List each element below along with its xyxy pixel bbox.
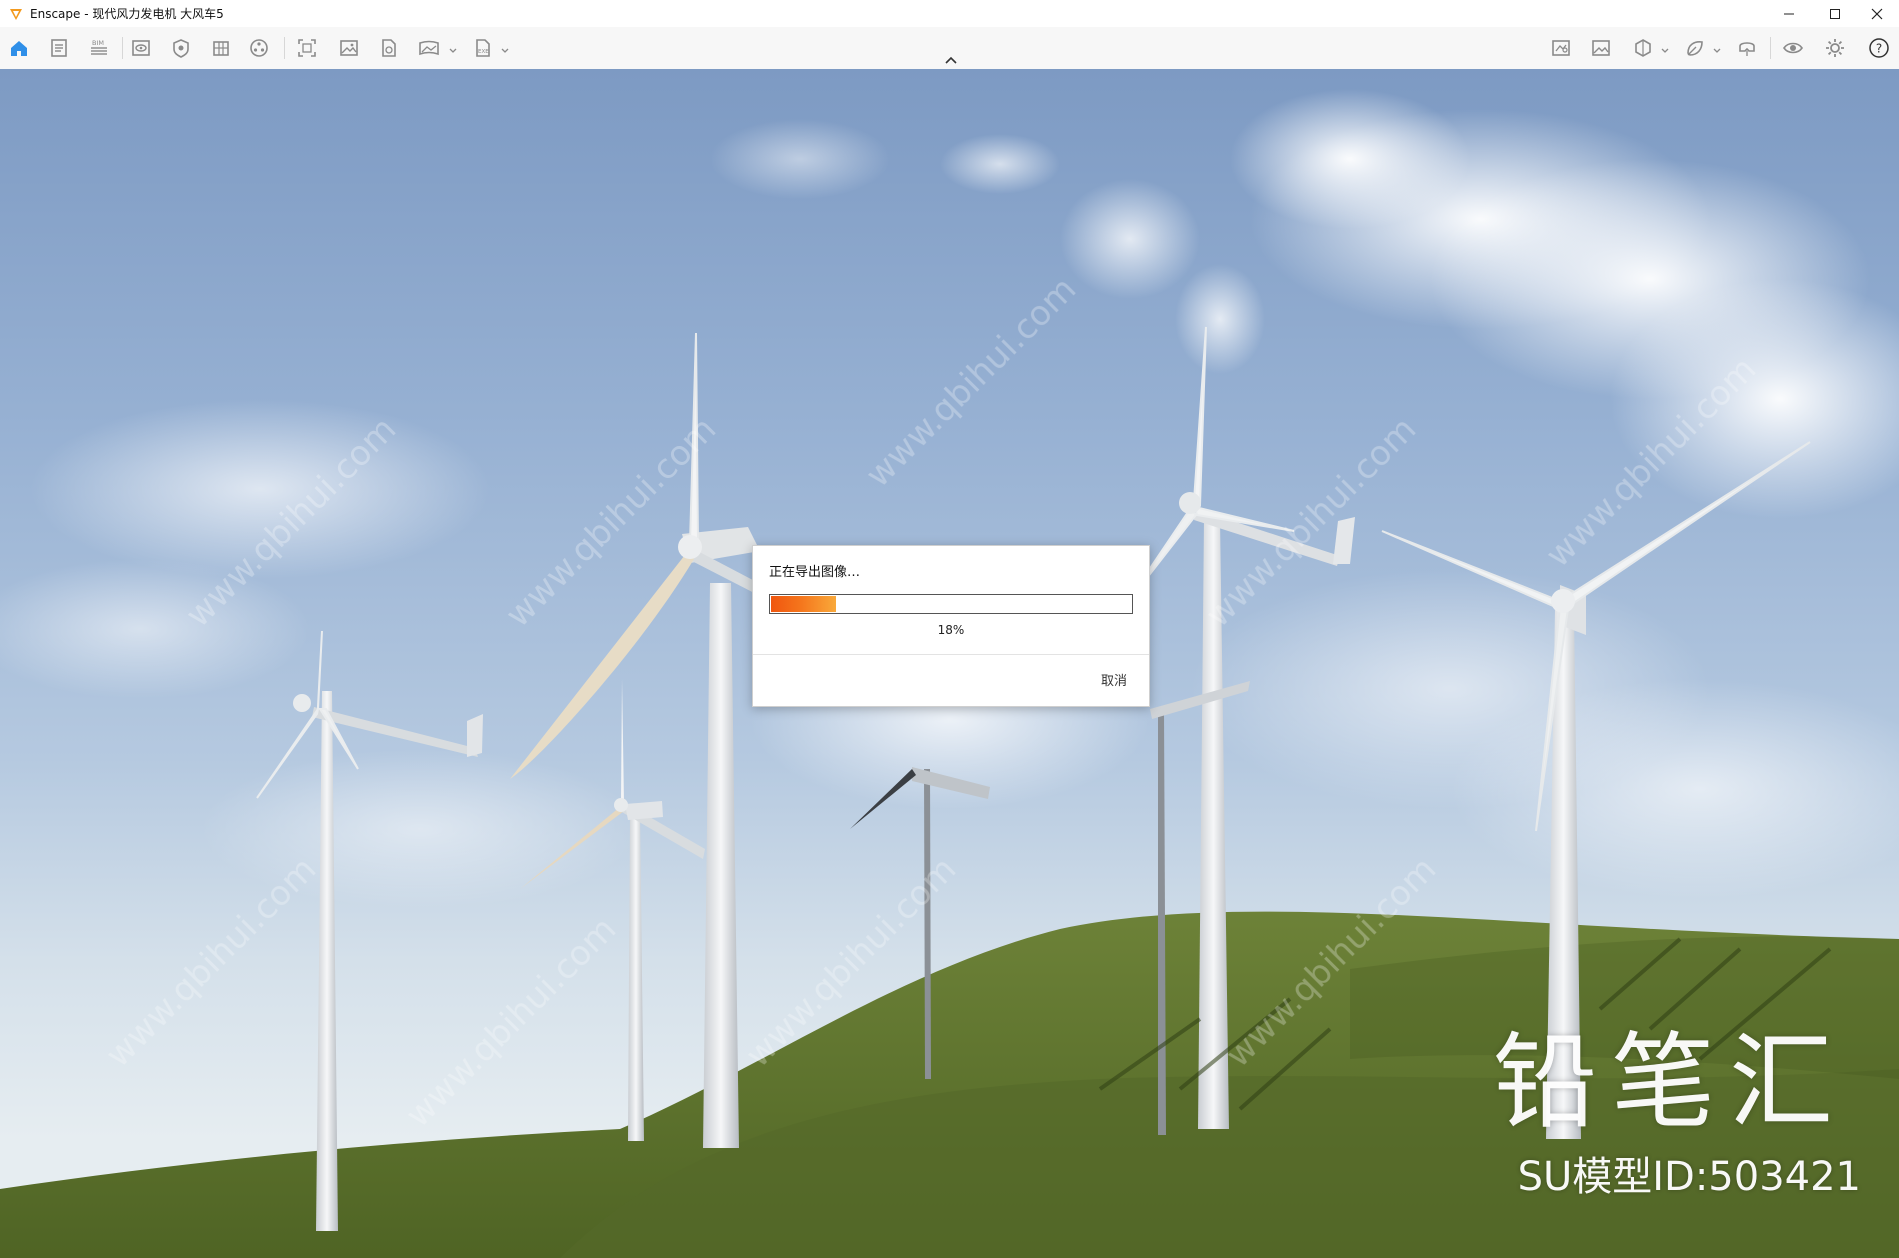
gallery-icon xyxy=(1592,40,1610,56)
close-button[interactable] xyxy=(1854,0,1899,27)
toolbar-separator xyxy=(284,37,285,59)
vr-headset-button[interactable] xyxy=(1734,35,1760,61)
cube-dropdown[interactable] xyxy=(1660,41,1670,53)
panorama-button[interactable] xyxy=(416,35,442,61)
collapse-toolbar-chevron-icon[interactable] xyxy=(942,55,960,67)
export-progress-dialog: 正在导出图像… 18% 取消 xyxy=(752,545,1150,707)
maximize-button[interactable] xyxy=(1812,0,1858,27)
chevron-down-icon xyxy=(1661,48,1669,53)
image-icon xyxy=(340,40,358,56)
title-bar: Enscape - 现代风力发电机 大风车5 xyxy=(0,0,1899,27)
screenshot-icon xyxy=(298,39,316,57)
screenshot-button[interactable] xyxy=(294,35,320,61)
cube-icon xyxy=(1635,39,1651,57)
chevron-down-icon xyxy=(501,48,509,53)
toolbar-separator xyxy=(1770,37,1771,59)
settings-button[interactable] xyxy=(1822,35,1848,61)
building-button[interactable] xyxy=(208,35,234,61)
toolbar-separator xyxy=(122,37,123,59)
svg-text:www.qbihui.com: www.qbihui.com xyxy=(858,269,1084,495)
close-icon xyxy=(1871,8,1883,19)
map-icon xyxy=(1552,40,1570,56)
maximize-icon xyxy=(1830,8,1840,19)
window-title: Enscape - 现代风力发电机 大风车5 xyxy=(30,7,224,21)
home-icon xyxy=(11,41,27,56)
bim-button[interactable]: BIM xyxy=(86,35,112,61)
visual-settings-icon xyxy=(173,39,189,58)
batch-render-button[interactable] xyxy=(336,35,362,61)
gallery-button[interactable] xyxy=(1588,35,1614,61)
visual-settings-button[interactable] xyxy=(168,35,194,61)
wind-turbine xyxy=(520,679,705,1141)
asset-library-icon xyxy=(250,39,268,57)
enscape-window: Enscape - 现代风力发电机 大风车5 BIM EXE ? www.qbi… xyxy=(0,0,1899,1258)
progress-percent: 18% xyxy=(937,623,965,637)
bim-icon: BIM xyxy=(91,39,107,55)
exe-export-button[interactable]: EXE xyxy=(470,35,496,61)
home-button[interactable] xyxy=(6,35,32,61)
document-icon xyxy=(51,39,67,57)
bim-label: BIM xyxy=(92,39,104,47)
cancel-button[interactable]: 取消 xyxy=(1101,670,1127,689)
help-icon: ? xyxy=(1869,38,1889,58)
export-file-button[interactable] xyxy=(376,35,402,61)
dialog-title: 正在导出图像… xyxy=(769,565,861,580)
panorama-dropdown[interactable] xyxy=(448,41,458,53)
map-button[interactable] xyxy=(1548,35,1574,61)
project-document-button[interactable] xyxy=(46,35,72,61)
material-icon xyxy=(1687,41,1703,56)
exe-export-icon: EXE xyxy=(476,39,490,57)
export-progress-bar xyxy=(769,594,1133,614)
watermark-brand: 铅笔汇 xyxy=(1492,1021,1847,1143)
help-label: ? xyxy=(1876,42,1882,56)
settings-icon xyxy=(1826,39,1844,57)
building-icon xyxy=(213,41,229,56)
chevron-down-icon xyxy=(1713,48,1721,53)
vr-headset-icon xyxy=(1739,42,1755,56)
eye-icon xyxy=(1783,42,1803,54)
material-editor-button[interactable] xyxy=(1682,35,1708,61)
asset-library-button[interactable] xyxy=(246,35,272,61)
progress-fill xyxy=(771,596,836,612)
exe-label: EXE xyxy=(478,49,489,55)
minimize-button[interactable] xyxy=(1766,0,1812,27)
live-view-button[interactable] xyxy=(1780,35,1806,61)
panorama-icon xyxy=(419,40,439,56)
chevron-down-icon xyxy=(449,48,457,53)
watermark-model-id: SU模型ID:503421 xyxy=(1517,1154,1861,1200)
exe-export-dropdown[interactable] xyxy=(500,41,510,53)
svg-text:www.qbihui.com: www.qbihui.com xyxy=(398,909,624,1135)
enscape-logo-icon xyxy=(10,8,22,20)
material-dropdown[interactable] xyxy=(1712,41,1722,53)
svg-text:www.qbihui.com: www.qbihui.com xyxy=(98,849,324,1075)
minimize-icon xyxy=(1784,13,1794,14)
help-button[interactable]: ? xyxy=(1866,35,1892,61)
export-file-icon xyxy=(382,39,396,57)
view-management-button[interactable] xyxy=(128,35,154,61)
dialog-divider xyxy=(753,654,1149,655)
view-icon xyxy=(132,40,150,56)
cube-button[interactable] xyxy=(1630,35,1656,61)
